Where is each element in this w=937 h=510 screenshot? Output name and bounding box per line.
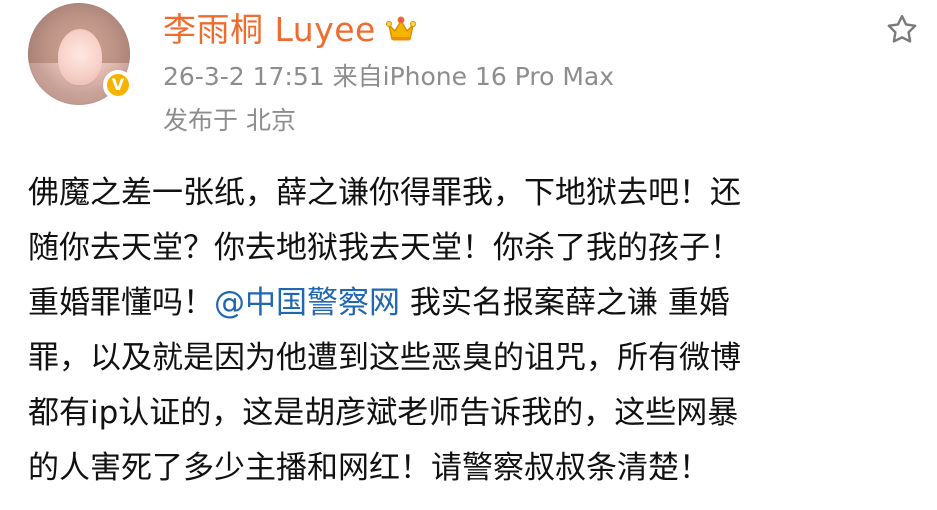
post-location: 发布于 北京 bbox=[163, 106, 296, 135]
post-content: 佛魔之差一张纸，薛之谦你得罪我，下地狱去吧！还 随你去天堂？你去地狱我去天堂！你… bbox=[28, 166, 913, 496]
username[interactable]: 李雨桐 Luyee bbox=[163, 3, 376, 51]
crown-icon bbox=[385, 15, 416, 43]
post-content-line-3-before: 重婚罪懂吗！ bbox=[28, 285, 214, 321]
mention-link[interactable]: @中国警察网 bbox=[214, 285, 400, 321]
username-row: 李雨桐 Luyee bbox=[163, 5, 416, 49]
post-meta: 26-3-2 17:51 来自iPhone 16 Pro Max bbox=[163, 57, 614, 93]
post-content-line-4: 罪，以及就是因为他遭到这些恶臭的诅咒，所有微博 bbox=[28, 340, 741, 376]
post-content-line-3: 重婚罪懂吗！@中国警察网 我实名报案薛之谦 重婚 bbox=[28, 276, 913, 331]
post-source: 来自iPhone 16 Pro Max bbox=[333, 62, 614, 91]
post-content-line-6: 的人害死了多少主播和网红！请警察叔叔条清楚！ bbox=[28, 450, 710, 486]
weibo-post: V 李雨桐 Luyee 26-3-2 17:51 来自iPhone 16 Pro… bbox=[0, 0, 937, 510]
post-source-text: 来自iPhone 16 Pro Max bbox=[332, 62, 615, 91]
favorite-button[interactable] bbox=[880, 10, 924, 54]
post-content-line-5: 都有ip认证的，这是胡彦斌老师告诉我的，这些网暴 bbox=[28, 395, 739, 431]
star-icon bbox=[884, 12, 920, 52]
post-content-line-3-after: 我实名报案薛之谦 重婚 bbox=[400, 285, 730, 321]
avatar-face bbox=[58, 29, 102, 85]
verified-badge-label: V bbox=[111, 75, 125, 94]
post-content-line-2: 随你去天堂？你去地狱我去天堂！你杀了我的孩子！ bbox=[28, 230, 741, 266]
verified-badge: V bbox=[103, 70, 133, 100]
post-content-line-1: 佛魔之差一张纸，薛之谦你得罪我，下地狱去吧！还 bbox=[28, 175, 741, 211]
post-date: 26-3-2 17:51 bbox=[163, 62, 325, 91]
